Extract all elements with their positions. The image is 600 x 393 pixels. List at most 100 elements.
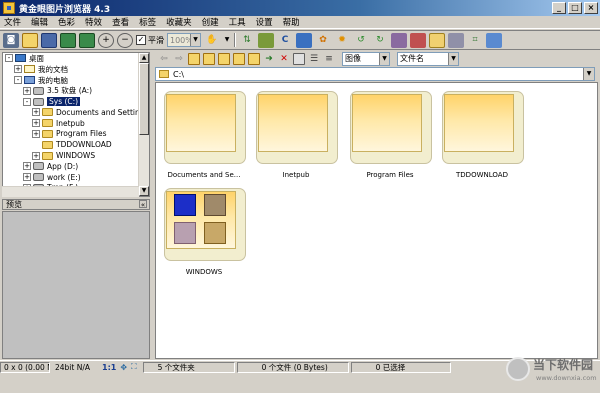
- hand-options-icon[interactable]: ▼: [223, 33, 231, 48]
- tree-vertical-scrollbar[interactable]: ▲ ▼: [138, 53, 149, 196]
- fit-icon[interactable]: ⛶: [131, 362, 137, 372]
- rotate-left-icon[interactable]: ↺: [353, 33, 369, 48]
- expand-icon[interactable]: +: [32, 108, 40, 117]
- view-mode-select[interactable]: 图像 ▼: [342, 51, 390, 66]
- menu-settings[interactable]: 设置: [256, 16, 273, 28]
- chevron-down-icon[interactable]: ▼: [583, 68, 594, 80]
- back-icon[interactable]: ⇦: [158, 53, 170, 65]
- copy-to-icon[interactable]: [248, 52, 260, 65]
- menu-effects[interactable]: 特效: [85, 16, 102, 28]
- tree-item[interactable]: + App (D:): [3, 161, 149, 172]
- expand-icon[interactable]: +: [23, 86, 31, 95]
- tree-item[interactable]: - Sys (C:): [3, 96, 149, 107]
- folder-thumbnail[interactable]: Program Files: [346, 87, 432, 182]
- tree-item[interactable]: +3.5 软盘 (A:): [3, 85, 149, 96]
- menu-tags[interactable]: 标签: [139, 16, 156, 28]
- expand-icon[interactable]: +: [23, 162, 31, 171]
- tree-item[interactable]: + Inetpub: [3, 118, 149, 129]
- open-folder-icon[interactable]: [22, 32, 38, 48]
- refresh-icon[interactable]: [203, 52, 215, 65]
- hand-tool-icon[interactable]: ✋: [204, 33, 220, 48]
- forward-icon[interactable]: ⇨: [173, 53, 185, 65]
- panel-splitter[interactable]: [151, 52, 154, 359]
- close-button[interactable]: ×: [584, 2, 598, 14]
- maximize-button[interactable]: □: [568, 2, 582, 14]
- scroll-up-icon[interactable]: ▲: [139, 53, 149, 63]
- smooth-checkbox[interactable]: ✓ 平滑: [136, 35, 164, 46]
- menu-favorites[interactable]: 收藏夹: [166, 16, 192, 28]
- new-folder-icon[interactable]: [233, 52, 245, 65]
- thumbnails-view-icon[interactable]: [293, 52, 305, 65]
- expand-icon[interactable]: +: [32, 119, 40, 128]
- folder-tree[interactable]: - 桌面 + 我的文档 - 我的电脑 +3.5 软盘 (A:) - Sys (C:) + Docum…: [2, 52, 150, 197]
- expand-icon[interactable]: +: [32, 151, 40, 160]
- folder-thumbnail[interactable]: Documents and Se...: [160, 87, 246, 182]
- fit-window-icon[interactable]: [79, 32, 95, 48]
- folder-thumbnail[interactable]: WINDOWS: [160, 184, 246, 279]
- menu-help[interactable]: 帮助: [283, 16, 300, 28]
- batch-icon[interactable]: [258, 32, 274, 48]
- thumbnail-area[interactable]: Documents and Se... Inetpub Program File…: [155, 82, 598, 359]
- collapse-icon[interactable]: -: [5, 54, 13, 63]
- menu-color[interactable]: 色彩: [58, 16, 75, 28]
- image-preview-blue: [174, 194, 196, 216]
- crop-icon[interactable]: ⌗: [467, 33, 483, 48]
- zoom-in-icon[interactable]: +: [98, 32, 114, 48]
- title-bar[interactable]: 黄金眼图片浏览器 4.3 _ □ ×: [0, 0, 600, 16]
- menu-file[interactable]: 文件: [4, 16, 21, 28]
- up-folder-icon[interactable]: [188, 52, 200, 65]
- collapse-icon[interactable]: -: [14, 75, 22, 84]
- tree-item[interactable]: + Program Files: [3, 129, 149, 140]
- minimize-button[interactable]: _: [552, 2, 566, 14]
- preview-title: 预览: [6, 200, 22, 209]
- slideshow-icon[interactable]: [296, 32, 312, 48]
- tree-horizontal-scrollbar[interactable]: [2, 186, 139, 197]
- tree-item[interactable]: - 我的电脑: [3, 75, 149, 86]
- zoom-select[interactable]: 100% ▼: [167, 33, 201, 47]
- expand-icon[interactable]: +: [32, 129, 40, 138]
- palette-icon[interactable]: ✿: [315, 33, 331, 48]
- tree-item[interactable]: + work (E:): [3, 172, 149, 183]
- fullscreen-icon[interactable]: [60, 32, 76, 48]
- rotate-right-icon[interactable]: ↻: [372, 33, 388, 48]
- actual-size-button[interactable]: 1:1: [102, 363, 116, 372]
- collapse-icon[interactable]: -: [23, 97, 31, 106]
- red-eye-icon[interactable]: [410, 32, 426, 48]
- folder-thumbnail[interactable]: TDDOWNLOAD: [438, 87, 524, 182]
- delete-icon[interactable]: ✕: [278, 53, 290, 65]
- favorites-icon[interactable]: [218, 52, 230, 65]
- menu-view[interactable]: 查看: [112, 16, 129, 28]
- collapse-icon[interactable]: «: [139, 200, 147, 209]
- image-edit-icon[interactable]: [391, 32, 407, 48]
- convert-icon[interactable]: ⇅: [239, 33, 255, 48]
- menu-edit[interactable]: 编辑: [31, 16, 48, 28]
- move-to-icon[interactable]: ➜: [263, 53, 275, 65]
- zoom-out-icon[interactable]: −: [117, 32, 133, 48]
- expand-icon[interactable]: +: [23, 173, 31, 182]
- menu-create[interactable]: 创建: [202, 16, 219, 28]
- mail-icon[interactable]: [429, 32, 445, 48]
- camera-icon[interactable]: ◙: [3, 32, 19, 48]
- tree-item[interactable]: + Documents and Setting: [3, 107, 149, 118]
- print-icon[interactable]: [448, 32, 464, 48]
- sort-select[interactable]: 文件名 ▼: [397, 51, 459, 66]
- tree-item[interactable]: + 我的文档: [3, 64, 149, 75]
- settings-icon[interactable]: ✹: [334, 33, 350, 48]
- capture-icon[interactable]: C: [277, 33, 293, 48]
- move-icon[interactable]: ✥: [120, 363, 127, 372]
- scroll-thumb[interactable]: [139, 63, 149, 135]
- resize-icon[interactable]: [486, 32, 502, 48]
- details-view-icon[interactable]: ≡: [323, 53, 335, 65]
- folder-thumbnail[interactable]: Inetpub: [252, 87, 338, 182]
- list-view-icon[interactable]: ☰: [308, 53, 320, 65]
- tree-item-label: TDDOWNLOAD: [56, 140, 112, 150]
- expand-icon[interactable]: +: [14, 65, 22, 74]
- save-icon[interactable]: [41, 32, 57, 48]
- path-bar[interactable]: C:\ ▼: [155, 67, 595, 81]
- scroll-down-icon[interactable]: ▼: [139, 186, 149, 196]
- tree-item[interactable]: - 桌面: [3, 53, 149, 64]
- tree-item[interactable]: TDDOWNLOAD: [3, 139, 149, 150]
- desktop-icon: [15, 54, 26, 63]
- tree-item[interactable]: + WINDOWS: [3, 150, 149, 161]
- menu-tools[interactable]: 工具: [229, 16, 246, 28]
